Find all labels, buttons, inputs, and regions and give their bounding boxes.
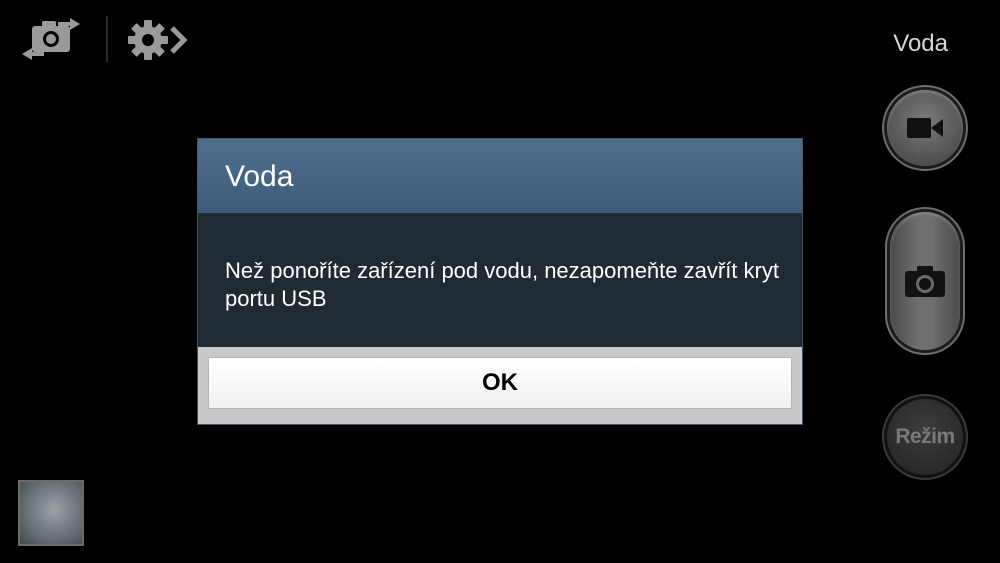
switch-camera-button[interactable] xyxy=(20,14,82,66)
dialog-footer: OK xyxy=(198,347,802,424)
dialog-message: Než ponoříte zařízení pod vodu, nezapome… xyxy=(225,258,779,311)
toolbar-divider xyxy=(106,16,108,62)
record-video-button[interactable] xyxy=(887,90,963,166)
gallery-thumbnail[interactable] xyxy=(18,480,84,546)
camera-icon xyxy=(905,266,945,297)
switch-camera-icon xyxy=(22,18,80,60)
settings-button[interactable] xyxy=(124,14,192,66)
mode-button[interactable]: Režim xyxy=(887,399,963,475)
shooting-mode-label: Voda xyxy=(893,30,948,57)
settings-icon xyxy=(128,20,188,60)
dialog-title: Voda xyxy=(225,160,294,193)
water-mode-dialog: Voda Než ponoříte zařízení pod vodu, nez… xyxy=(197,138,803,425)
ok-button[interactable]: OK xyxy=(208,357,792,409)
dialog-header: Voda xyxy=(198,139,802,213)
video-camera-icon xyxy=(907,118,943,138)
mode-button-label: Režim xyxy=(895,425,955,448)
shutter-button[interactable] xyxy=(890,212,960,350)
